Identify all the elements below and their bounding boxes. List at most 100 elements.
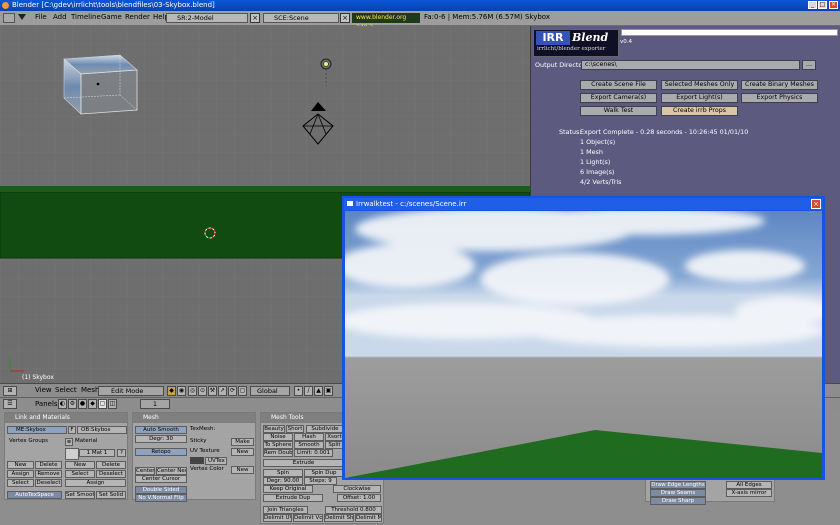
editing-context-icon[interactable]: ▢ [98,399,107,409]
snap-icon[interactable]: ⚒ [208,386,217,396]
menu-select[interactable]: Select [55,386,77,395]
close-icon[interactable]: × [829,1,838,9]
menu-timeline[interactable]: Timeline [71,13,101,22]
extrude-dup-button[interactable]: Extrude Dup [263,494,323,502]
center-button[interactable]: Center [135,467,155,475]
set-smooth-button[interactable]: Set Smooth [65,491,95,499]
occlude-icon[interactable]: ▣ [324,386,333,396]
menu-render[interactable]: Render [125,13,150,22]
material-browse-icon[interactable]: ≡ [65,438,73,446]
screen-selector[interactable]: SR:2-Model [166,13,248,23]
texmesh-field[interactable] [190,434,254,435]
rem-double-button[interactable]: Rem Double [263,449,293,457]
material-select-button[interactable]: Select [65,470,95,478]
keep-original-toggle[interactable]: Keep Original [263,485,313,493]
center-cursor-button[interactable]: Center Cursor [135,475,187,483]
object-name-field[interactable]: OB:Skybox [77,426,127,434]
minimize-icon[interactable]: _ [808,1,817,9]
delimit-mat-toggle[interactable]: Delimit Mat [355,514,382,522]
manipulator-translate-icon[interactable]: ↗ [218,386,227,396]
smooth-button[interactable]: Smooth [294,441,324,449]
shading-context-icon[interactable]: ● [78,399,87,409]
material-index-field[interactable]: 1 Mat 1 [79,449,115,457]
vgroup-deselect-button[interactable]: Deselect [35,479,62,487]
vgroup-assign-button[interactable]: Assign [7,470,34,478]
draw-edge-lengths-toggle[interactable]: Draw Edge Lengths [650,481,706,489]
skybox-render[interactable] [345,211,822,478]
delimit-uvs-toggle[interactable]: Delimit UVs [263,514,292,522]
camera-view-icon[interactable]: ◎ [188,386,197,396]
material-help-button[interactable]: ? [117,449,126,457]
skybox-cube[interactable] [63,54,138,115]
irrwalktest-title-bar[interactable]: Irrwalktest - c:/scenes/Scene.irr × [344,198,823,210]
vgroup-select-button[interactable]: Select [7,479,34,487]
retopo-toggle[interactable]: Retopo [135,448,187,456]
sticky-make-button[interactable]: Make [231,438,254,446]
uvtex-name-field[interactable]: UVTex [205,457,227,465]
extrude-button[interactable]: Extrude [263,459,344,467]
frame-counter[interactable]: 1 [140,399,170,409]
uv-texture-new-button[interactable]: New [231,448,254,456]
delimit-sharp-toggle[interactable]: Delimit Shar [324,514,354,522]
smooth-degree-field[interactable]: Degr: 30 [135,435,187,443]
x-axis-mirror-toggle[interactable]: X-axis mirror [726,489,772,497]
screen-delete-button[interactable]: × [250,13,260,23]
center-new-button[interactable]: Center New [156,467,187,475]
collapse-arrow-icon[interactable] [18,14,26,20]
material-delete-button[interactable]: Delete [96,461,126,469]
buttons-editor-type-icon[interactable]: ☰ [3,399,17,409]
window-type-icon[interactable] [3,13,15,23]
mesh-datablock-field[interactable]: ME:Skybox [7,426,67,434]
double-sided-toggle[interactable]: Double Sided [135,486,187,494]
fake-user-toggle[interactable]: F [68,426,76,434]
threshold-field[interactable]: Threshold 0.800 [325,506,382,514]
manipulator-scale-icon[interactable]: ▢ [238,386,247,396]
browse-button[interactable]: ... [802,60,816,70]
autotexspace-toggle[interactable]: AutoTexSpace [7,491,62,499]
pivot-icon[interactable]: ⊙ [198,386,207,396]
limit-field[interactable]: Limit: 0.001 [294,449,333,457]
short-toggle[interactable]: Short [286,425,304,433]
vertex-select-icon[interactable]: • [294,386,303,396]
scene-delete-button[interactable]: × [340,13,350,23]
create-irrb-props-button[interactable]: Create irrb Props [661,106,738,116]
scene-selector[interactable]: SCE:Scene [263,13,339,23]
menu-view[interactable]: View [35,386,52,395]
material-assign-button[interactable]: Assign [65,479,126,487]
script-context-icon[interactable]: ⚙ [68,399,77,409]
material-new-button[interactable]: New [65,461,95,469]
face-select-icon[interactable]: ▲ [314,386,323,396]
panels-menu[interactable]: Panels [35,400,58,409]
to-sphere-button[interactable]: To Sphere [263,441,293,449]
menu-game[interactable]: Game [101,13,122,22]
mode-selector[interactable]: Edit Mode [98,386,164,396]
blender-version-link[interactable]: www.blender.org 249.2 [352,13,420,31]
scene-context-icon[interactable]: ◫ [108,399,117,409]
draw-sharp-toggle[interactable]: Draw Sharp [650,497,706,505]
subdivide-button[interactable]: Subdivide [306,425,344,433]
output-directory-field[interactable]: c:\scenes\ [581,60,800,70]
manipulator-rotate-icon[interactable]: ⟳ [228,386,237,396]
irrwalktest-close-icon[interactable]: × [811,199,821,209]
vgroup-remove-button[interactable]: Remove [35,470,62,478]
no-vnormal-flip-toggle[interactable]: No V.Normal Flip [135,494,187,502]
join-triangles-button[interactable]: Join Triangles [263,506,308,514]
export-lights-toggle[interactable]: Export Light(s) [661,93,738,103]
material-deselect-button[interactable]: Deselect [96,470,126,478]
object-context-icon[interactable]: ◆ [88,399,97,409]
shading-icon[interactable]: ◉ [177,386,186,396]
draw-type-icon[interactable]: ◆ [167,386,176,396]
walk-test-toggle[interactable]: Walk Test [580,106,657,116]
logic-context-icon[interactable]: ◐ [58,399,67,409]
export-cameras-toggle[interactable]: Export Camera(s) [580,93,657,103]
draw-seams-toggle[interactable]: Draw Seams [650,489,706,497]
beauty-toggle[interactable]: Beauty [263,425,285,433]
menu-mesh[interactable]: Mesh [81,386,99,395]
clockwise-toggle[interactable]: Clockwise [333,485,381,493]
irrlicht-render-view[interactable] [345,211,822,478]
spin-dup-button[interactable]: Spin Dup [304,469,344,477]
orientation-selector[interactable]: Global [250,386,290,396]
auto-smooth-toggle[interactable]: Auto Smooth [135,426,187,434]
vertex-color-new-button[interactable]: New [231,466,254,474]
delimit-vcol-toggle[interactable]: Delimit Vcol [293,514,323,522]
